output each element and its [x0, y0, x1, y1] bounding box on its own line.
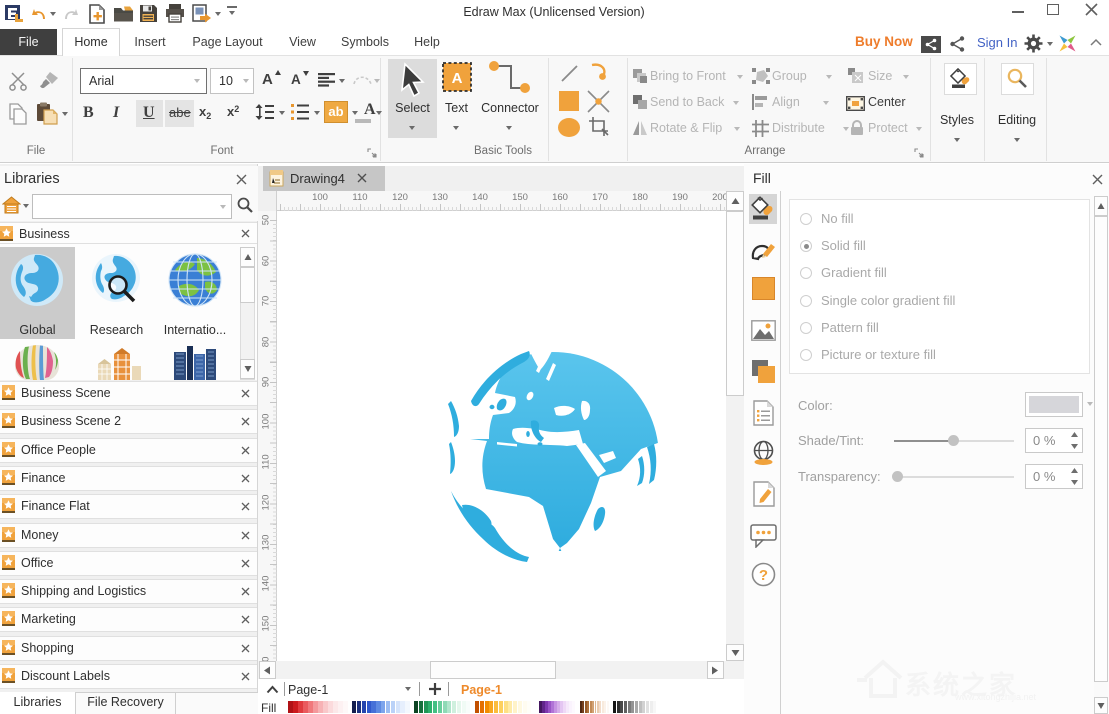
svg-text:?: ?	[759, 567, 768, 584]
svg-text:A: A	[452, 70, 463, 87]
